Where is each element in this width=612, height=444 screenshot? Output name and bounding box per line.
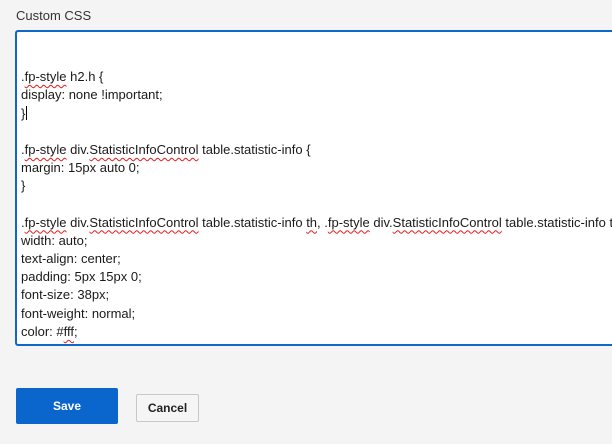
custom-css-editor[interactable]: .fp-style h2.h {display: none !important… xyxy=(15,30,612,346)
code-line: } xyxy=(21,177,612,195)
code-text: div. xyxy=(66,214,90,230)
spellcheck-flagged-word: StatisticInfoControl xyxy=(89,141,199,157)
code-text: } xyxy=(21,178,26,194)
css-code-content[interactable]: .fp-style h2.h {display: none !important… xyxy=(21,50,612,344)
code-line: font-size: 38px; xyxy=(21,286,612,304)
code-line: } xyxy=(21,341,612,344)
code-text: font-weight: normal; xyxy=(21,305,136,321)
code-text: , . xyxy=(317,214,328,230)
code-text: font-size: 38px; xyxy=(21,287,110,303)
code-line: display: none !important; xyxy=(21,86,612,104)
code-text: display: none !important; xyxy=(21,87,163,103)
spellcheck-flagged-word: fp-style xyxy=(327,214,370,230)
code-line: color: #fff; xyxy=(21,323,612,341)
code-text: } xyxy=(21,105,26,121)
code-text: div. xyxy=(369,214,393,230)
code-line: text-align: center; xyxy=(21,250,612,268)
spellcheck-flagged-word: StatisticInfoControl xyxy=(392,214,502,230)
code-line: .fp-style div.StatisticInfoControl table… xyxy=(21,141,612,159)
code-text: color: # xyxy=(21,323,64,339)
code-text: margin: 15px auto 0; xyxy=(21,160,140,176)
code-text: } xyxy=(21,342,25,344)
code-text: width: auto; xyxy=(21,232,88,248)
spellcheck-flagged-word: fp-style xyxy=(24,69,67,85)
spellcheck-flagged-word: StatisticInfoControl xyxy=(89,214,199,230)
code-line: .fp-style div.StatisticInfoControl table… xyxy=(21,214,612,232)
code-text: table.statistic-info td { xyxy=(505,214,612,230)
code-text: table.statistic-info { xyxy=(198,141,311,157)
code-line: width: auto; xyxy=(21,232,612,250)
spellcheck-flagged-word: fff xyxy=(63,323,75,339)
cancel-button[interactable]: Cancel xyxy=(136,394,199,422)
custom-css-label: Custom CSS xyxy=(16,8,92,23)
code-text: table.statistic-info xyxy=(198,214,307,230)
spellcheck-flagged-word: th xyxy=(306,214,318,230)
code-line: font-weight: normal; xyxy=(21,305,612,323)
code-line: margin: 15px auto 0; xyxy=(21,159,612,177)
code-line: .fp-style h2.h { xyxy=(21,68,612,86)
code-line: padding: 5px 15px 0; xyxy=(21,268,612,286)
spellcheck-flagged-word: fp-style xyxy=(24,214,67,230)
code-text: h2.h { xyxy=(66,69,104,85)
code-text: padding: 5px 15px 0; xyxy=(21,269,142,285)
code-text: div. xyxy=(66,141,90,157)
spellcheck-flagged-word: fp-style xyxy=(24,141,67,157)
save-button[interactable]: Save xyxy=(16,388,118,424)
custom-css-settings: Custom CSS .fp-style h2.h {display: none… xyxy=(0,0,612,444)
code-line: } xyxy=(21,105,612,123)
text-caret xyxy=(26,105,28,120)
code-text: text-align: center; xyxy=(21,251,121,267)
code-text: ; xyxy=(74,323,78,339)
